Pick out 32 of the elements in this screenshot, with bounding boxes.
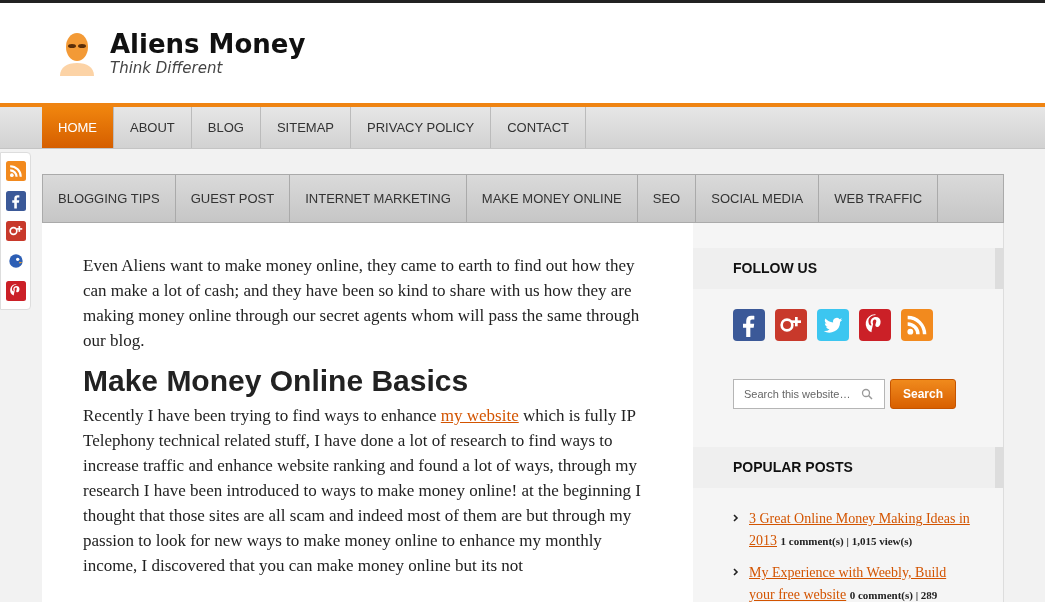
follow-us-heading: FOLLOW US <box>693 248 1003 289</box>
category-tab[interactable]: GUEST POST <box>175 175 291 222</box>
chevron-icon <box>733 568 739 576</box>
category-tab[interactable]: MAKE MONEY ONLINE <box>466 175 638 222</box>
category-tab[interactable]: BLOGGING TIPS <box>43 175 176 222</box>
nav-tab[interactable]: CONTACT <box>491 107 587 148</box>
intro-paragraph: Even Aliens want to make money online, they came to earth to find out how they can make a lot of cash; and they have been so kind to share with us how they are making money online through our secret agents whom will pass the same through our blog. <box>83 255 641 352</box>
popular-post-item[interactable]: My Experience with Weebly, Build your free website 0 comment(s) | 289 <box>749 562 973 602</box>
search-field[interactable]: Search this website… <box>733 379 885 409</box>
article-paragraph: Recently I have been trying to find ways to enhance my website which is fully IP Telephony technical related stuff, I have done a lot of research to find ways to increase traffic and enhance website ranking and found a lot of ways, through my research I have been introduced to ways to make money online! at the beginning I thought that those sites are all scam and indeed most of them are but through my passion to look for new ways to make money online to enhance my monthly income, I discovered that you can make money online but its not <box>83 405 642 577</box>
pinterest-icon[interactable] <box>859 309 891 341</box>
nav-tab[interactable]: BLOG <box>191 107 261 148</box>
category-tab[interactable]: WEB TRAFFIC <box>819 175 939 222</box>
article-heading: Make Money Online Basics <box>83 363 470 399</box>
popular-posts-heading: POPULAR POSTS <box>693 447 1003 488</box>
website-link[interactable]: my website <box>440 406 519 425</box>
site-title[interactable]: Aliens Money <box>110 29 306 59</box>
search-icon <box>861 388 873 400</box>
facebook-icon[interactable] <box>5 191 26 211</box>
google-plus-icon[interactable] <box>775 309 807 341</box>
category-tab[interactable]: SEO <box>637 175 697 222</box>
chevron-icon <box>733 514 739 522</box>
nav-tab[interactable]: PRIVACY POLICY <box>351 107 492 148</box>
category-tab[interactable]: SOCIAL MEDIA <box>696 175 820 222</box>
facebook-icon[interactable] <box>733 309 765 341</box>
popular-post-item[interactable]: 3 Great Online Money Making Ideas in 2013 1 comment(s) | 1,015 view(s) <box>749 508 973 552</box>
nav-tab[interactable]: SITEMAP <box>260 107 351 148</box>
pinterest-icon[interactable] <box>5 281 26 301</box>
nav-tab[interactable]: ABOUT <box>114 107 192 148</box>
category-tab[interactable]: INTERNET MARKETING <box>290 175 467 222</box>
site-tagline: Think Different <box>110 59 224 77</box>
google-plus-icon[interactable] <box>5 221 26 241</box>
